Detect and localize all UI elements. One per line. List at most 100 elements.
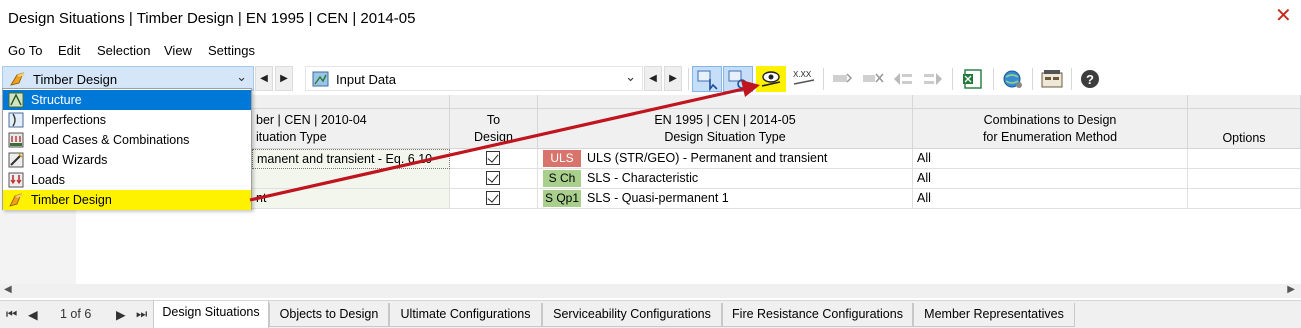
menu-go-to[interactable]: Go To	[8, 43, 42, 58]
units-button[interactable]	[1037, 66, 1067, 92]
situation-cell[interactable]	[252, 169, 450, 189]
situation-cell[interactable]: manent and transient - Eq. 6.10	[252, 149, 450, 169]
table-combo-label: Input Data	[336, 72, 396, 87]
scroll-right-icon[interactable]: ▶	[1287, 284, 1295, 295]
dropdown-item-timber-design[interactable]: Timber Design	[3, 190, 251, 210]
table-group-header	[913, 95, 1188, 109]
dropdown-item-label: Structure	[31, 93, 82, 107]
insert-row-icon	[833, 73, 853, 83]
tab-design-situations[interactable]: Design Situations	[153, 301, 269, 328]
col-header-line: ber | CEN | 2010-04	[256, 113, 367, 127]
tab-member-representatives[interactable]: Member Representatives	[913, 303, 1075, 327]
table-group-header	[1188, 95, 1301, 109]
tab-fire-resistance-configurations[interactable]: Fire Resistance Configurations	[722, 303, 913, 327]
horizontal-scrollbar[interactable]: ◀ ▶	[0, 284, 1301, 298]
options-cell[interactable]	[1188, 189, 1301, 209]
next-module-button[interactable]: ▶	[275, 66, 293, 91]
delete-row-button[interactable]	[858, 66, 888, 92]
prev-page-icon[interactable]: ◀	[28, 307, 38, 322]
design-situation-type-cell[interactable]: ULS ULS (STR/GEO) - Permanent and transi…	[538, 149, 913, 169]
next-table-button[interactable]: ▶	[664, 66, 682, 91]
tab-ultimate-configurations[interactable]: Ultimate Configurations	[389, 303, 542, 327]
dropdown-item-load-cases[interactable]: Load Cases & Combinations	[3, 130, 251, 150]
design-situation-type-cell[interactable]: S Qp1 SLS - Quasi-permanent 1	[538, 189, 913, 209]
col-header-line: Options	[1222, 131, 1266, 145]
design-situation-type-cell[interactable]: S Ch SLS - Characteristic	[538, 169, 913, 189]
combinations-cell[interactable]: All	[913, 169, 1188, 189]
menu-settings[interactable]: Settings	[208, 43, 255, 58]
dropdown-item-loads[interactable]: Loads	[3, 170, 251, 190]
dropdown-item-structure[interactable]: Structure	[3, 90, 251, 110]
col-header-line: Design Situation Type	[664, 130, 786, 144]
zoom-select-button[interactable]	[723, 66, 753, 92]
last-page-icon[interactable]: ⏭	[136, 307, 147, 322]
tab-serviceability-configurations[interactable]: Serviceability Configurations	[542, 303, 722, 327]
excel-icon	[963, 69, 982, 89]
select-in-model-button[interactable]	[692, 66, 722, 92]
loads-icon	[8, 172, 24, 188]
timber-design-icon	[9, 71, 27, 87]
toolbar-separator	[688, 68, 689, 90]
col-header-line: for Enumeration Method	[982, 130, 1118, 144]
window-title: Design Situations | Timber Design | EN 1…	[8, 10, 416, 27]
dropdown-item-label: Load Wizards	[31, 153, 108, 167]
situation-badge: ULS	[543, 150, 581, 167]
help-icon: ?	[1081, 70, 1099, 88]
move-right-button[interactable]	[918, 66, 948, 92]
first-page-icon[interactable]: ⏮	[6, 307, 17, 322]
next-page-icon[interactable]: ▶	[116, 307, 126, 322]
tab-objects-to-design[interactable]: Objects to Design	[269, 303, 389, 327]
view-mode-button[interactable]	[756, 66, 786, 92]
table-group-header	[252, 95, 450, 109]
number-format-button[interactable]: X.XX	[789, 66, 819, 92]
global-settings-button[interactable]	[998, 66, 1028, 92]
col-header-line: Combinations to Design	[983, 113, 1117, 127]
combinations-cell[interactable]: All	[913, 189, 1188, 209]
dropdown-item-load-wizards[interactable]: Load Wizards	[3, 150, 251, 170]
to-design-checkbox[interactable]	[486, 171, 500, 185]
options-cell[interactable]	[1188, 169, 1301, 189]
prev-table-button[interactable]: ◀	[644, 66, 662, 91]
situation-cell[interactable]: nt	[252, 189, 450, 209]
col-header-combinations[interactable]: Combinations to Design for Enumeration M…	[913, 109, 1188, 149]
scroll-left-icon[interactable]: ◀	[4, 284, 12, 295]
to-design-checkbox[interactable]	[486, 191, 500, 205]
toolbar-separator	[823, 68, 824, 90]
load-cases-icon	[8, 132, 24, 148]
dropdown-item-label: Timber Design	[31, 193, 112, 207]
export-excel-button[interactable]	[958, 66, 988, 92]
menu-edit[interactable]: Edit	[58, 43, 80, 58]
select-arrow-icon	[697, 70, 718, 91]
to-design-cell[interactable]	[450, 149, 538, 169]
zoom-icon	[728, 70, 747, 89]
to-design-cell[interactable]	[450, 169, 538, 189]
situation-badge: S Qp1	[543, 190, 581, 207]
imperfections-icon	[8, 112, 24, 128]
menu-bar: Go To Edit Selection View Settings	[0, 40, 1301, 62]
number-format-icon: X.XX	[793, 70, 815, 85]
move-left-icon	[894, 73, 912, 85]
close-icon[interactable]: ✕	[1275, 6, 1292, 26]
insert-row-button[interactable]	[828, 66, 858, 92]
dropdown-item-imperfections[interactable]: Imperfections	[3, 110, 251, 130]
to-design-checkbox[interactable]	[486, 151, 500, 165]
table-combo[interactable]: Input Data ⌄	[305, 66, 643, 91]
col-header-to-design[interactable]: To Design	[450, 109, 538, 149]
menu-selection[interactable]: Selection	[97, 43, 150, 58]
move-left-button[interactable]	[888, 66, 918, 92]
structure-icon	[8, 92, 24, 108]
col-header-design-situation-type[interactable]: EN 1995 | CEN | 2014-05 Design Situation…	[538, 109, 913, 149]
dropdown-item-label: Imperfections	[31, 113, 107, 127]
options-cell[interactable]	[1188, 149, 1301, 169]
situation-type-text: SLS - Characteristic	[587, 171, 699, 185]
combinations-cell[interactable]: All	[913, 149, 1188, 169]
situation-type-text: SLS - Quasi-permanent 1	[587, 191, 729, 205]
menu-view[interactable]: View	[164, 43, 192, 58]
to-design-cell[interactable]	[450, 189, 538, 209]
col-header-options[interactable]: Options	[1188, 109, 1301, 149]
col-header-situation-type[interactable]: ber | CEN | 2010-04 ituation Type	[252, 109, 450, 149]
help-button[interactable]: ?	[1076, 66, 1106, 92]
prev-module-button[interactable]: ◀	[255, 66, 273, 91]
eye-icon	[761, 71, 781, 87]
module-combo-label: Timber Design	[33, 72, 118, 87]
